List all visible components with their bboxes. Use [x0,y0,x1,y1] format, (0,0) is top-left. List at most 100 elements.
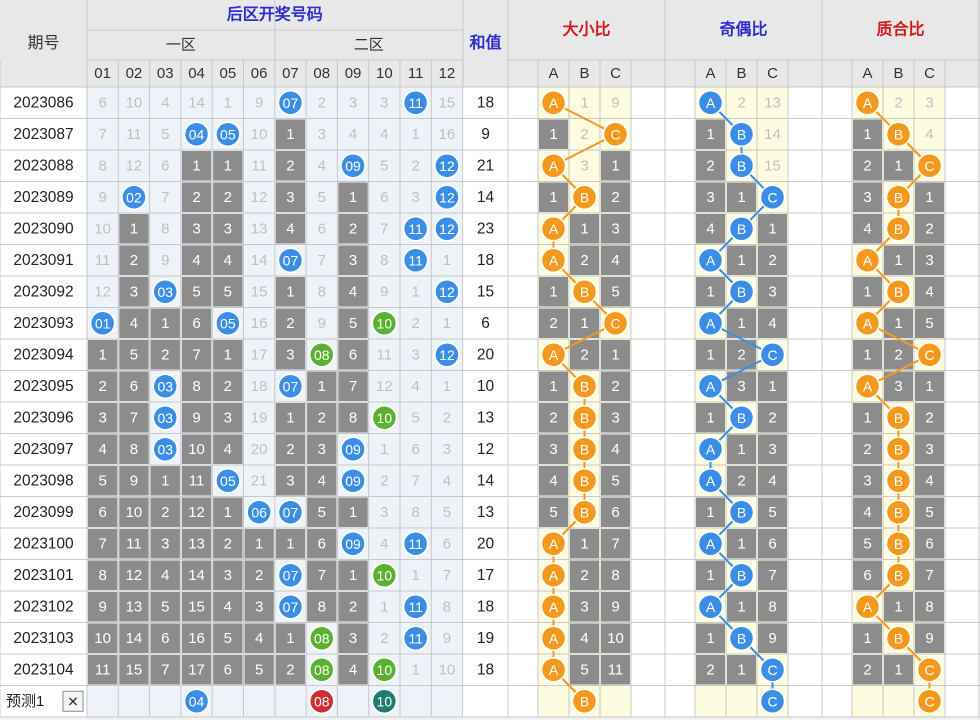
number-header-07: 07 [282,65,299,82]
number-cell: 8 [98,567,106,584]
period-cell: 2023096 [13,409,73,426]
odd_even-miss-cell: 1 [768,378,776,395]
prime-miss-cell: 2 [925,220,933,237]
period-cell: 2023101 [13,567,73,584]
prime-col-B: B [893,65,903,82]
period-cell: 2023104 [13,661,74,678]
odd_even-miss-cell: 1 [737,252,745,269]
odd_even-miss-cell: 1 [706,283,714,300]
ball-label: 11 [408,630,423,646]
size-col-A: A [548,65,558,82]
size-miss-cell: 9 [611,94,619,111]
odd_even-ball-label: B [737,567,746,583]
odd_even-col-A: A [705,65,715,82]
prime-miss-cell: 1 [863,409,871,426]
number-cell: 11 [126,126,142,143]
prime-miss-cell: 2 [863,441,871,458]
forecast-ball-label: 10 [377,693,393,709]
period-cell: 2023098 [13,472,73,489]
ball-label: 06 [251,504,267,520]
number-cell: 1 [255,535,263,552]
number-cell: 3 [318,441,326,458]
number-cell: 16 [251,315,268,332]
ball-label: 08 [314,662,330,678]
number-cell: 13 [188,535,205,552]
number-cell: 1 [224,346,232,363]
size-miss-cell: 5 [611,283,619,300]
number-cell: 20 [251,441,268,458]
number-cell: 4 [161,567,169,584]
number-cell: 1 [349,504,357,521]
number-cell: 6 [98,504,106,521]
number-cell: 4 [224,598,232,615]
number-cell: 2 [286,441,294,458]
prime-ball-label: A [863,599,873,615]
odd_even-ball-label: A [706,599,716,615]
sum-cell: 13 [477,409,494,426]
ball-label: 12 [439,221,455,237]
prime-miss-cell: 3 [925,94,933,111]
number-cell: 7 [318,252,326,269]
forecast-label: 预测1 [6,693,44,710]
number-cell: 10 [94,630,111,647]
size-ball-label: B [580,473,589,489]
number-cell: 9 [130,472,138,489]
size-ball-label: B [580,441,589,457]
number-cell: 1 [224,504,232,521]
prime-miss-cell: 1 [925,378,933,395]
number-cell: 3 [224,220,232,237]
number-cell: 1 [380,598,388,615]
number-cell: 1 [443,315,451,332]
ball-label: 11 [408,599,423,615]
size-miss-cell: 1 [611,157,619,174]
number-cell: 7 [161,189,169,206]
number-cell: 4 [349,126,357,143]
prime-miss-cell: 3 [894,378,902,395]
period-cell: 2023100 [13,535,74,552]
odd_even-miss-cell: 2 [737,94,745,111]
prime-miss-cell: 5 [925,504,933,521]
odd_even-ball-label: B [737,504,746,520]
odd_even-ball-label: A [706,252,716,268]
prime-miss-cell: 4 [863,504,871,521]
prime-miss-cell: 2 [894,346,902,363]
number-cell: 13 [126,598,143,615]
size-miss-cell: 3 [611,409,619,426]
number-cell: 2 [224,189,232,206]
ball-label: 11 [408,221,423,237]
prime-miss-cell: 2 [894,94,902,111]
number-cell: 8 [161,220,169,237]
sum-cell: 18 [477,94,494,111]
prime-ball-label: B [894,504,903,520]
number-cell: 14 [188,567,205,584]
prime-miss-cell: 3 [925,252,933,269]
number-cell: 9 [380,283,388,300]
prime-miss-cell: 6 [925,535,933,552]
size-miss-cell: 2 [580,567,588,584]
forecast-ball-label: 08 [314,693,330,709]
ball-label: 07 [283,567,299,583]
number-cell: 5 [192,283,200,300]
number-cell: 9 [98,189,106,206]
ball-label: 11 [408,95,423,111]
number-cell: 11 [95,252,111,269]
odd_even-miss-cell: 3 [737,378,745,395]
sum-cell: 18 [477,661,494,678]
sum-cell: 23 [477,220,494,237]
prime-ball-label: B [894,630,903,646]
odd_even-ball-label: C [767,347,777,363]
size-ball-label: B [580,378,589,394]
size-miss-cell: 2 [611,378,619,395]
number-cell: 2 [98,378,106,395]
number-cell: 10 [126,94,143,111]
number-cell: 17 [188,661,205,678]
prime-ball-label: A [863,315,873,331]
close-icon[interactable]: ✕ [67,693,79,709]
prime-miss-cell: 5 [925,315,933,332]
number-cell: 1 [98,346,106,363]
sum-header: 和值 [469,33,501,52]
number-cell: 1 [286,630,294,647]
number-cell: 11 [189,472,205,489]
number-cell: 12 [94,283,111,300]
period-cell: 2023095 [13,378,73,395]
